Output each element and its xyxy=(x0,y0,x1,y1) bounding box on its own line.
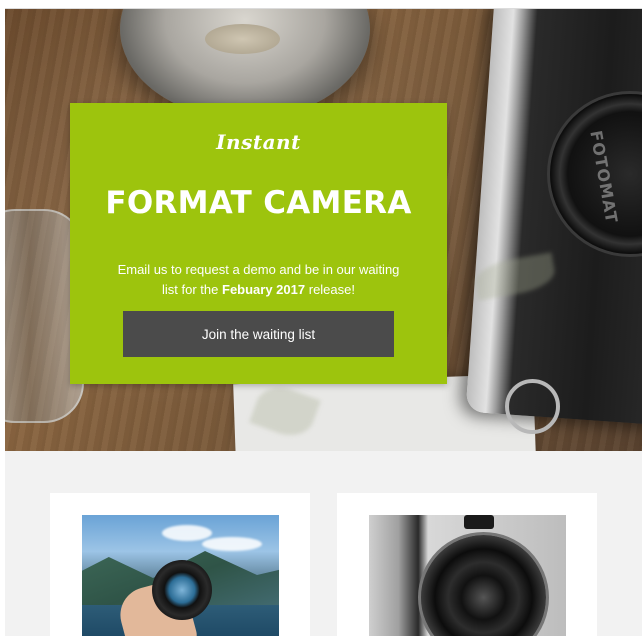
brand-logo: Instant xyxy=(216,130,301,154)
join-waiting-list-button[interactable]: Join the waiting list xyxy=(123,311,394,357)
lens-shape xyxy=(152,560,212,620)
lens-shape xyxy=(421,535,546,636)
product-card-1[interactable] xyxy=(50,493,310,636)
hero-card: Instant FORMAT CAMERA Email us to reques… xyxy=(70,103,447,384)
strap-ring-decoration xyxy=(505,379,560,434)
hero-description: Email us to request a demo and be in our… xyxy=(110,260,407,300)
top-border xyxy=(0,0,642,9)
hero-title: FORMAT CAMERA xyxy=(105,185,412,221)
release-date: Febuary 2017 xyxy=(222,282,306,297)
camera-lens-closeup-photo[interactable] xyxy=(369,515,566,636)
hand-holding-lens-photo[interactable] xyxy=(82,515,279,636)
product-card-2[interactable] xyxy=(337,493,597,636)
description-text-end: release! xyxy=(308,282,355,297)
